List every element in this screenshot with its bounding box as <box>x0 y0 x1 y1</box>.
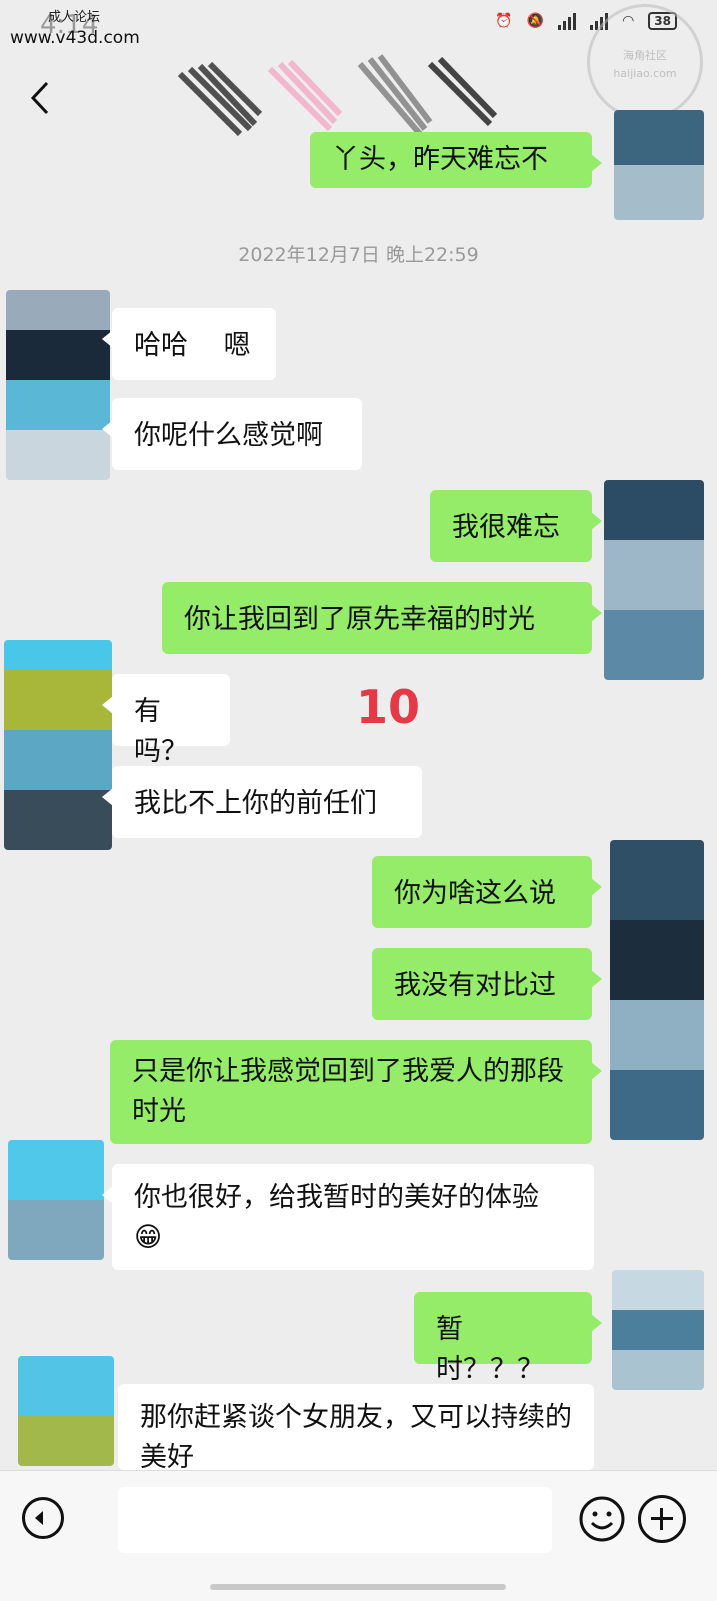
message-text: 我很难忘 <box>452 512 560 543</box>
message-bubble-outgoing[interactable]: 我没有对比过 <box>372 948 602 1020</box>
my-avatar[interactable] <box>610 840 704 1140</box>
watermark-stamp-label: 海角社区 <box>623 49 667 62</box>
message-bubble-incoming[interactable]: 有吗？ <box>102 674 230 767</box>
message-text: 只是你让我感觉回到了我爱人的那段时光 <box>132 1056 564 1127</box>
my-avatar[interactable] <box>612 1270 704 1390</box>
message-text: 有吗？ <box>134 696 188 767</box>
my-avatar[interactable] <box>614 110 704 220</box>
message-bubble-incoming[interactable]: 你呢什么感觉啊 <box>102 398 362 470</box>
input-bar <box>0 1470 717 1601</box>
message-text: 哈哈 嗯 <box>134 330 251 361</box>
watermark-stamp: 海角社区 haijiao.com <box>587 4 703 120</box>
message-text: 我比不上你的前任们 <box>134 788 377 819</box>
message-text: 丫头，昨天难忘不 <box>332 144 548 175</box>
overlay-number: 10 <box>356 680 421 734</box>
message-text: 你让我回到了原先幸福的时光 <box>184 604 535 635</box>
message-text: 我没有对比过 <box>394 970 556 1001</box>
signal-icon <box>558 12 577 30</box>
home-indicator <box>210 1584 506 1590</box>
alarm-icon: ⏰ <box>495 13 513 29</box>
back-button[interactable] <box>20 76 60 120</box>
message-input[interactable] <box>118 1487 552 1553</box>
message-bubble-incoming[interactable]: 哈哈 嗯 <box>102 308 276 380</box>
voice-input-icon[interactable] <box>22 1497 64 1539</box>
emoji-icon[interactable] <box>578 1495 626 1543</box>
message-bubble-outgoing[interactable]: 只是你让我感觉回到了我爱人的那段时光 <box>110 1040 602 1144</box>
redacted-title <box>160 44 500 144</box>
message-text: 暂时？？？ <box>436 1314 544 1385</box>
message-text: 你为啥这么说 <box>394 878 556 909</box>
contact-avatar[interactable] <box>6 290 110 480</box>
contact-avatar[interactable] <box>4 640 112 850</box>
message-bubble-outgoing[interactable]: 我很难忘 <box>430 490 602 562</box>
plus-icon[interactable] <box>638 1495 686 1543</box>
my-avatar[interactable] <box>604 480 704 680</box>
message-text: 你呢什么感觉啊 <box>134 420 323 451</box>
message-bubble-incoming[interactable]: 你也很好，给我暂时的美好的体验 😁 <box>102 1164 594 1270</box>
message-bubble-outgoing[interactable]: 你让我回到了原先幸福的时光 <box>162 582 602 654</box>
message-bubble-incoming[interactable]: 那你赶紧谈个女朋友，又可以持续的美好 <box>118 1384 594 1470</box>
watermark-label: 成人论坛 <box>48 10 101 25</box>
grin-emoji-icon: 😁 <box>134 1222 163 1253</box>
watermark-url: www.v43d.com <box>10 28 140 48</box>
message-bubble-outgoing[interactable]: 你为啥这么说 <box>372 856 602 928</box>
chevron-left-icon <box>30 81 49 115</box>
contact-avatar[interactable] <box>8 1140 104 1260</box>
message-bubble-outgoing[interactable]: 丫头，昨天难忘不 <box>310 132 602 188</box>
message-text: 你也很好，给我暂时的美好的体验 <box>134 1182 539 1213</box>
contact-avatar[interactable] <box>18 1356 114 1466</box>
message-bubble-incoming[interactable]: 我比不上你的前任们 <box>102 766 422 838</box>
mute-icon: 🔕 <box>526 13 545 29</box>
message-text: 那你赶紧谈个女朋友，又可以持续的美好 <box>140 1402 572 1470</box>
message-bubble-outgoing[interactable]: 暂时？？？ <box>414 1292 602 1385</box>
watermark-stamp-text: haijiao.com <box>613 67 677 80</box>
message-timestamp: 2022年12月7日 晚上22:59 <box>238 244 479 266</box>
